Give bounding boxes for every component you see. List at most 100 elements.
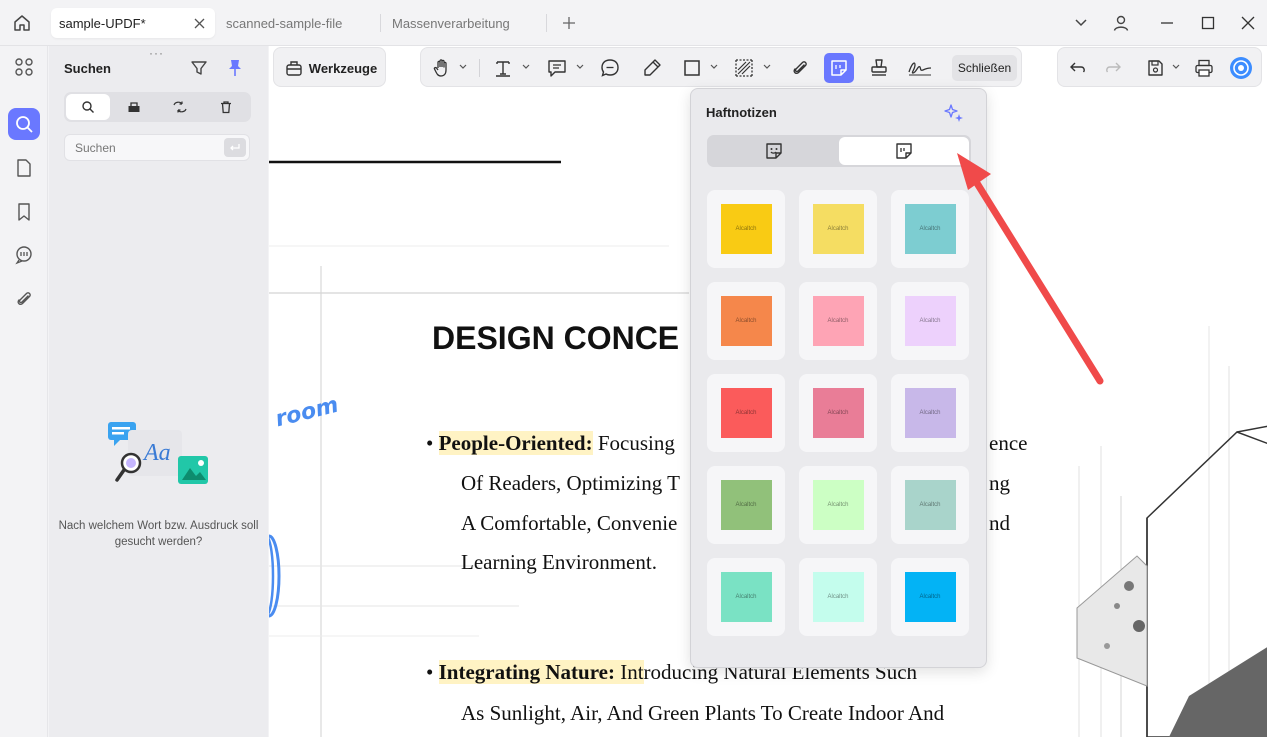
save-icon[interactable] [1142, 55, 1168, 81]
search-text-tab[interactable] [66, 94, 110, 120]
sticky-note-option[interactable]: Alcaltch [707, 374, 785, 452]
popup-title: Haftnotizen [706, 105, 777, 120]
search-mode-tabs [64, 92, 251, 122]
close-window-icon[interactable] [1236, 11, 1260, 35]
page-icon[interactable] [8, 152, 40, 184]
home-icon[interactable] [10, 11, 34, 35]
emoji-sticker-tab[interactable] [709, 137, 839, 165]
thumbnails-icon[interactable] [8, 51, 40, 83]
search-field [64, 134, 250, 161]
trash-icon [221, 101, 231, 114]
sticky-note-swatch: Alcaltch [812, 572, 864, 622]
tab-label: sample-UPDF* [59, 15, 146, 31]
close-tool-button[interactable]: Schließen [952, 55, 1017, 81]
tab-label: Massenverarbeitung [392, 15, 510, 31]
sticky-note-option[interactable]: Alcaltch [891, 282, 969, 360]
attachment-icon[interactable] [8, 283, 40, 315]
redact-tab[interactable] [112, 94, 156, 120]
tools-label: Werkzeuge [308, 60, 378, 76]
bookmark-icon[interactable] [8, 196, 40, 228]
tab-divider [380, 14, 381, 32]
chevron-down-icon[interactable] [762, 61, 772, 73]
enter-icon[interactable] [224, 138, 246, 157]
stamp-icon[interactable] [866, 55, 892, 81]
chevron-down-icon[interactable] [521, 61, 531, 73]
bullet-line: Learning Environment. [461, 550, 657, 574]
sticky-note-swatch: Alcaltch [812, 480, 864, 530]
pencil-icon[interactable] [639, 55, 665, 81]
sticky-type-tabs [707, 135, 971, 167]
tab-label: scanned-sample-file [226, 15, 343, 31]
tab-scanned-sample-file[interactable]: scanned-sample-file [218, 8, 382, 38]
file-toolbar [1057, 47, 1262, 87]
tools-button[interactable]: Werkzeuge [283, 55, 379, 81]
text-tool-icon[interactable] [490, 55, 516, 81]
comment-icon[interactable] [544, 55, 570, 81]
user-icon[interactable] [1109, 11, 1133, 35]
sticky-note-tab[interactable] [839, 137, 969, 165]
search-icon[interactable] [8, 108, 40, 140]
chevron-down-icon[interactable] [458, 61, 468, 73]
maximize-icon[interactable] [1196, 11, 1220, 35]
bullet-text: Focusing [592, 431, 675, 455]
sticky-note-option[interactable]: Alcaltch [707, 466, 785, 544]
tab-massenverarbeitung[interactable]: Massenverarbeitung [384, 8, 548, 38]
sticky-note-option[interactable]: Alcaltch [799, 282, 877, 360]
sticky-note-option[interactable]: Alcaltch [891, 374, 969, 452]
chevron-down-icon[interactable] [1171, 61, 1181, 73]
search-empty-illustration: Aa [104, 418, 214, 498]
sticky-note-swatch: Alcaltch [812, 388, 864, 438]
area-highlight-icon[interactable] [731, 55, 757, 81]
undo-icon[interactable] [1065, 55, 1091, 81]
filter-icon[interactable] [188, 57, 210, 79]
ai-assistant-icon[interactable] [1228, 55, 1254, 81]
attachment-icon[interactable] [787, 55, 813, 81]
sticky-note-icon [896, 143, 912, 159]
redo-icon[interactable] [1100, 55, 1126, 81]
sticky-note-swatch: Alcaltch [720, 204, 772, 254]
pin-icon[interactable] [224, 57, 246, 79]
comment-list-icon[interactable] [8, 239, 40, 271]
sticky-note-option[interactable]: Alcaltch [891, 558, 969, 636]
ai-sparkle-icon[interactable] [942, 101, 966, 125]
rectangle-icon[interactable] [679, 55, 705, 81]
annotation-toolbar: Schließen [420, 47, 1022, 87]
replace-tab[interactable] [158, 94, 202, 120]
document-title: DESIGN CONCE [432, 320, 680, 356]
sticky-note-swatch: Alcaltch [812, 204, 864, 254]
sticky-note-swatch: Alcaltch [812, 296, 864, 346]
delete-tab[interactable] [204, 94, 248, 120]
chevron-down-icon[interactable] [575, 61, 585, 73]
sticky-note-option[interactable]: Alcaltch [891, 466, 969, 544]
tab-sample-updf[interactable]: sample-UPDF* [51, 8, 215, 38]
plus-icon[interactable] [557, 11, 581, 35]
illustration-aa: Aa [144, 440, 171, 466]
chevron-down-icon[interactable] [1069, 11, 1093, 35]
sticky-note-option[interactable]: Alcaltch [799, 558, 877, 636]
minimize-icon[interactable] [1155, 11, 1179, 35]
sticky-note-option[interactable]: Alcaltch [891, 190, 969, 268]
replace-icon [173, 101, 187, 113]
sticky-note-swatch: Alcaltch [720, 388, 772, 438]
close-icon[interactable] [191, 15, 207, 31]
bullet-line: A Comfortable, Convenie [461, 511, 678, 535]
sticky-note-option[interactable]: Alcaltch [707, 190, 785, 268]
sticky-note-swatch: Alcaltch [904, 204, 956, 254]
sticky-note-swatch: Alcaltch [720, 296, 772, 346]
toolbar-divider [479, 59, 480, 77]
text-comment-icon[interactable] [597, 55, 623, 81]
signature-icon[interactable] [905, 55, 935, 81]
search-input[interactable] [65, 135, 215, 160]
hand-tool-icon[interactable] [429, 55, 455, 81]
sticky-note-option[interactable]: Alcaltch [707, 558, 785, 636]
sticky-note-option[interactable]: Alcaltch [707, 282, 785, 360]
search-icon [82, 101, 94, 113]
bullet-line: As Sunlight, Air, And Green Plants To Cr… [461, 701, 945, 725]
sticky-note-option[interactable]: Alcaltch [799, 190, 877, 268]
drag-handle[interactable]: ··· [149, 46, 164, 60]
sticky-note-option[interactable]: Alcaltch [799, 374, 877, 452]
sticky-note-tool-icon[interactable] [824, 53, 854, 83]
chevron-down-icon[interactable] [709, 61, 719, 73]
print-icon[interactable] [1191, 55, 1217, 81]
sticky-note-option[interactable]: Alcaltch [799, 466, 877, 544]
